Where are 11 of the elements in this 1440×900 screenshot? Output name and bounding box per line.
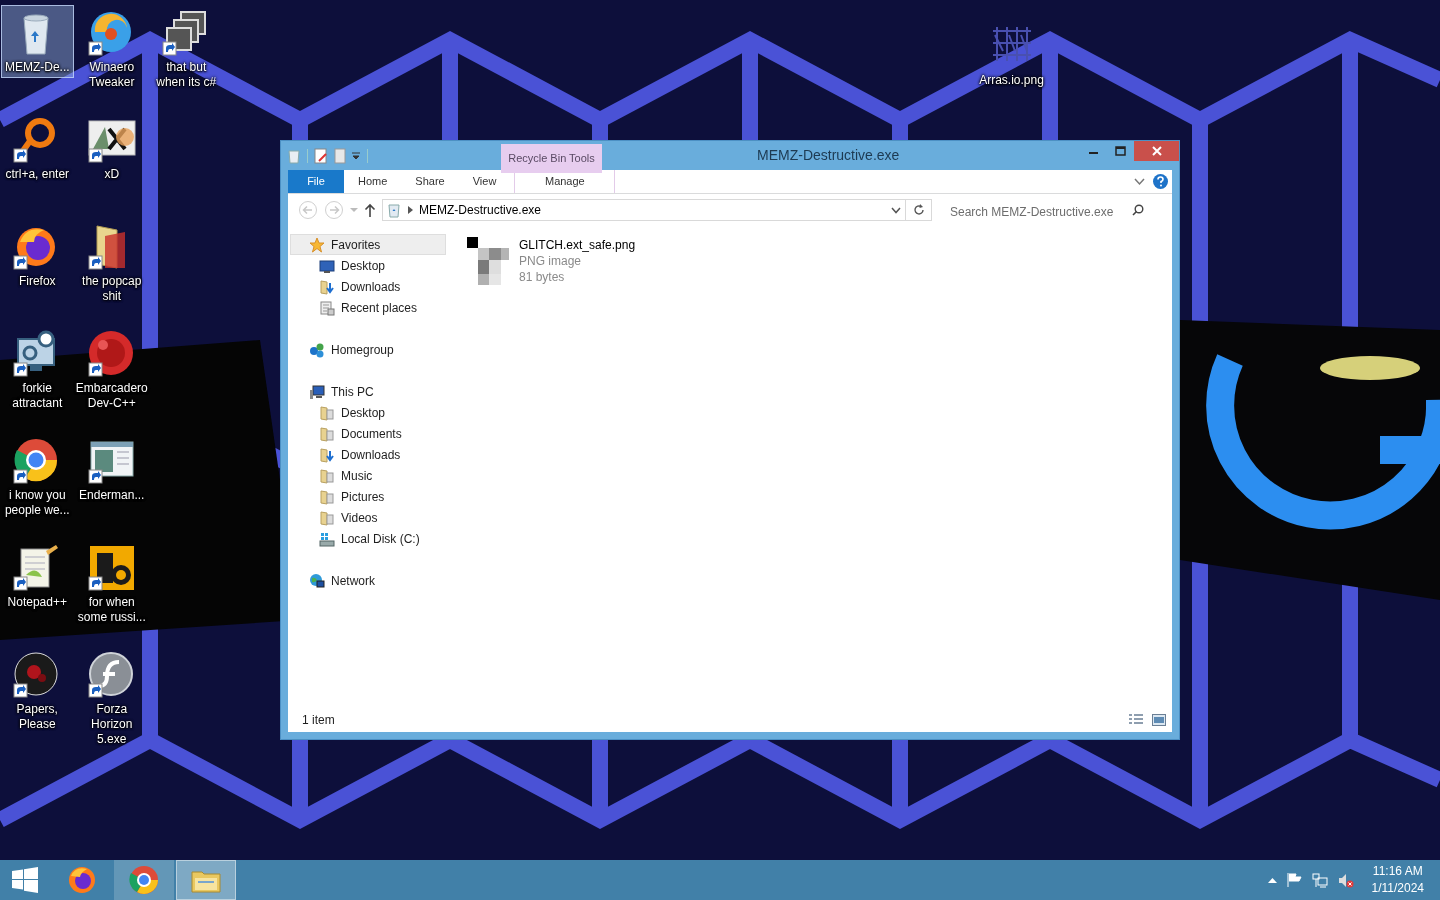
taskbar-app[interactable]: [176, 860, 236, 900]
taskbar-app[interactable]: [114, 860, 174, 900]
speaker-icon[interactable]: [1337, 873, 1354, 889]
chrome-icon: [128, 864, 160, 896]
globe-icon: [66, 864, 98, 896]
clock-date[interactable]: 1/11/2024: [1371, 880, 1424, 897]
chevron-up-icon[interactable]: [1267, 877, 1277, 883]
network-icon[interactable]: [1311, 872, 1328, 888]
flag-icon[interactable]: [1286, 873, 1302, 887]
windows-logo-icon: [12, 867, 38, 893]
clock-time[interactable]: 11:16 AM: [1372, 863, 1423, 880]
